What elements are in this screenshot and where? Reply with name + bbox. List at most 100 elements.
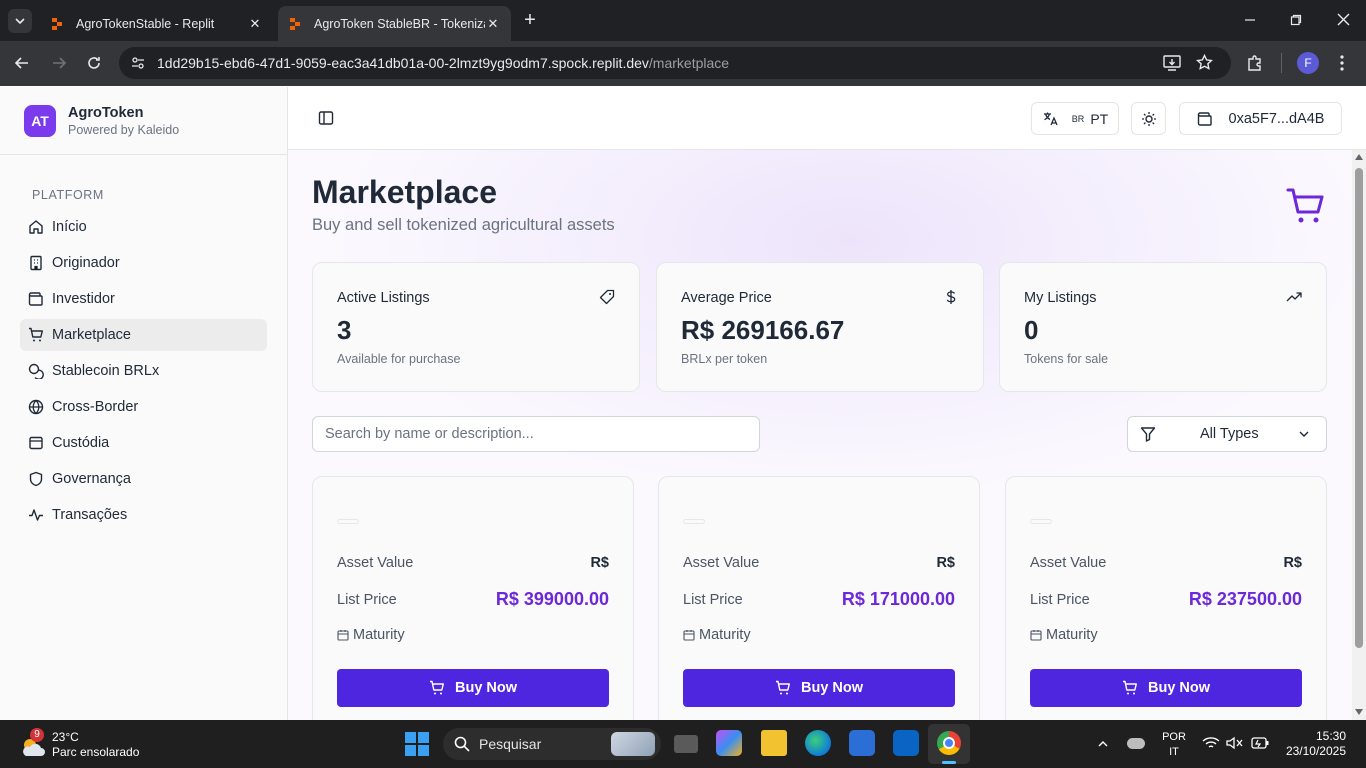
scroll-up-arrow[interactable] <box>1355 154 1363 160</box>
buy-now-label: Buy Now <box>454 680 518 696</box>
site-info-icon[interactable] <box>131 56 145 70</box>
page-title: Marketplace <box>312 174 497 210</box>
buy-now-button[interactable]: Buy Now <box>1030 669 1302 707</box>
close-icon[interactable]: ✕ <box>247 16 263 32</box>
sidebar-item-cross-border[interactable]: Cross-Border <box>20 391 267 423</box>
language-line2: IT <box>1169 746 1179 758</box>
chrome-taskbar-button[interactable] <box>928 724 970 764</box>
calendar-icon <box>337 630 349 641</box>
page-scrollbar[interactable] <box>1352 150 1366 720</box>
profile-avatar[interactable]: F <box>1297 52 1319 74</box>
sidebar-item-marketplace[interactable]: Marketplace <box>20 319 267 351</box>
home-icon <box>29 220 43 234</box>
maturity-label: Maturity <box>353 627 405 643</box>
sidebar-item-governanca[interactable]: Governança <box>20 463 267 495</box>
brand-subtitle: Powered by Kaleido <box>68 122 180 137</box>
forward-icon[interactable] <box>51 55 67 71</box>
shield-icon <box>29 471 43 487</box>
filter-value: All Types <box>1200 426 1259 442</box>
minimize-icon[interactable] <box>1244 14 1256 26</box>
m365-icon[interactable] <box>716 730 742 756</box>
sidebar: AT AgroToken Powered by Kaleido PLATFORM… <box>0 87 288 720</box>
sidebar-item-label: Investidor <box>52 291 115 307</box>
theme-toggle-button[interactable] <box>1131 102 1166 135</box>
browser-tab-active[interactable]: AgroToken StableBR - Tokeniza ✕ <box>278 6 511 41</box>
language-button[interactable]: BR PT <box>1031 102 1119 135</box>
sidebar-item-custodia[interactable]: Custódia <box>20 427 267 459</box>
list-price-label: List Price <box>683 591 743 608</box>
edge-icon[interactable] <box>805 730 831 756</box>
building-icon <box>30 255 42 271</box>
buy-now-label: Buy Now <box>800 680 864 696</box>
maturity-label: Maturity <box>699 627 751 643</box>
task-view-icon[interactable] <box>674 735 698 753</box>
cart-icon <box>429 680 444 695</box>
type-filter-select[interactable]: All Types <box>1127 416 1327 452</box>
buy-now-button[interactable]: Buy Now <box>337 669 609 707</box>
sidebar-section-label: PLATFORM <box>32 188 104 202</box>
buy-now-label: Buy Now <box>1147 680 1211 696</box>
maturity-label: Maturity <box>1046 627 1098 643</box>
sun-icon <box>1141 111 1156 126</box>
browser-menu-icon[interactable] <box>1340 54 1344 72</box>
scrollbar-thumb[interactable] <box>1355 168 1363 648</box>
cart-icon <box>1286 188 1324 223</box>
language-indicator[interactable]: POR IT <box>1160 730 1188 760</box>
sidebar-item-investidor[interactable]: Investidor <box>20 283 267 315</box>
restore-icon[interactable] <box>1290 14 1302 26</box>
battery-icon[interactable] <box>1251 737 1269 749</box>
bookmark-star-icon[interactable] <box>1196 54 1213 71</box>
sidebar-toggle-icon[interactable] <box>318 110 334 126</box>
brand-name: AgroToken <box>68 104 144 121</box>
chevron-up-icon[interactable] <box>1097 738 1109 750</box>
brand[interactable]: AT AgroToken Powered by Kaleido <box>0 87 287 155</box>
weather-widget[interactable]: 9 23°C Parc ensolarado <box>18 728 178 762</box>
asset-value: R$ <box>936 555 955 571</box>
list-price-label: List Price <box>1030 591 1090 608</box>
asset-value-label: Asset Value <box>337 555 414 571</box>
clock[interactable]: 15:30 23/10/2025 <box>1282 729 1346 759</box>
extensions-icon[interactable] <box>1246 54 1264 72</box>
wallet-icon <box>1197 111 1212 126</box>
sidebar-item-label: Governança <box>52 471 131 487</box>
reload-icon[interactable] <box>86 55 102 71</box>
tab-title: AgroToken StableBR - Tokeniza <box>314 16 485 31</box>
back-icon[interactable] <box>14 55 30 71</box>
stat-description: Available for purchase <box>337 352 461 366</box>
store-icon[interactable] <box>849 730 875 756</box>
filter-icon <box>1140 427 1156 442</box>
scroll-down-arrow[interactable] <box>1355 709 1363 715</box>
outlook-icon[interactable] <box>893 730 919 756</box>
url-host: 1dd29b15-ebd6-47d1-9059-eac3a41db01a-00-… <box>157 55 649 71</box>
asset-value: R$ <box>590 555 609 571</box>
sidebar-item-stablecoin[interactable]: Stablecoin BRLx <box>20 355 267 387</box>
search-input[interactable] <box>312 416 760 452</box>
file-explorer-icon[interactable] <box>761 730 787 756</box>
windows-start-icon[interactable] <box>405 732 429 756</box>
tab-search-button[interactable] <box>8 9 32 33</box>
listing-card: Asset Value R$ List Price R$ 237500.00 Mat… <box>1005 476 1327 720</box>
taskbar-search[interactable]: Pesquisar <box>443 728 661 760</box>
weather-description: Parc ensolarado <box>52 745 140 759</box>
browser-tab[interactable]: AgroTokenStable - Replit ✕ <box>40 6 273 41</box>
new-tab-button[interactable]: + <box>520 10 540 30</box>
list-price-label: List Price <box>337 591 397 608</box>
replit-icon <box>290 17 300 30</box>
sidebar-item-transacoes[interactable]: Transações <box>20 499 267 531</box>
asset-name-placeholder <box>683 519 705 524</box>
wallet-button[interactable]: 0xa5F7...dA4B <box>1179 102 1342 135</box>
address-bar[interactable]: 1dd29b15-ebd6-47d1-9059-eac3a41db01a-00-… <box>119 47 1231 79</box>
onedrive-icon[interactable] <box>1127 738 1145 749</box>
close-window-icon[interactable] <box>1337 13 1350 26</box>
close-icon[interactable]: ✕ <box>485 16 501 32</box>
sidebar-item-inicio[interactable]: Início <box>20 211 267 243</box>
stat-label: Active Listings <box>337 290 430 306</box>
install-app-icon[interactable] <box>1163 55 1181 71</box>
volume-muted-icon[interactable] <box>1226 736 1244 750</box>
trending-up-icon <box>1286 292 1302 302</box>
wifi-icon[interactable] <box>1202 736 1220 750</box>
asset-name-placeholder <box>337 519 359 524</box>
sidebar-item-originador[interactable]: Originador <box>20 247 267 279</box>
language-flag: BR <box>1071 113 1085 124</box>
buy-now-button[interactable]: Buy Now <box>683 669 955 707</box>
